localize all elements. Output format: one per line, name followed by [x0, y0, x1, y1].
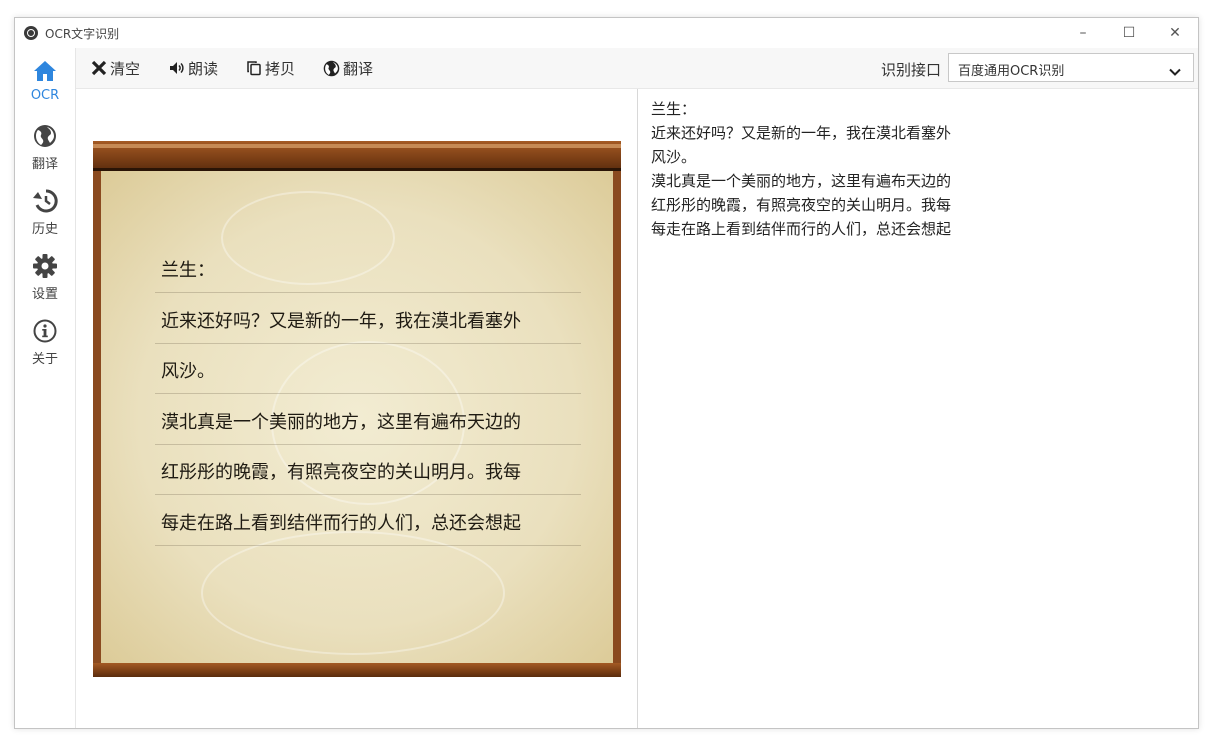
- letter-line: 近来还好吗？又是新的一年，我在漠北看塞外: [155, 307, 581, 358]
- scroll-rod-bottom: [93, 663, 621, 677]
- app-logo-icon: [24, 26, 38, 40]
- result-line: 风沙。: [651, 148, 697, 166]
- interface-label: 识别接口: [880, 61, 941, 79]
- result-line: 兰生：: [651, 100, 697, 118]
- globe-icon: [32, 123, 58, 149]
- sidebar-item-translate[interactable]: 翻译: [15, 123, 75, 183]
- maximize-button[interactable]: ☐: [1106, 18, 1152, 48]
- letter-line: 风沙。: [155, 357, 581, 408]
- result-text[interactable]: 兰生： 近来还好吗？又是新的一年，我在漠北看塞外 风沙。 漠北真是一个美丽的地方…: [651, 97, 981, 241]
- result-line: 漠北真是一个美丽的地方，这里有遍布天边的: [651, 172, 952, 190]
- toolbar: 清空 朗读 拷贝 翻译 识别接口 百度通用OCR识别: [76, 48, 1198, 89]
- translate-button[interactable]: 翻译: [323, 48, 373, 88]
- letter-line: 兰生：: [155, 256, 581, 307]
- window-title: OCR文字识别: [45, 27, 120, 41]
- sidebar-item-about[interactable]: 关于: [15, 318, 75, 378]
- scroll-paper: 兰生： 近来还好吗？又是新的一年，我在漠北看塞外 风沙。 漠北真是一个美丽的地方…: [101, 171, 613, 663]
- result-text-area[interactable]: 兰生： 近来还好吗？又是新的一年，我在漠北看塞外 风沙。 漠北真是一个美丽的地方…: [638, 89, 1198, 728]
- clear-button[interactable]: 清空: [91, 48, 140, 88]
- sidebar-item-label: 历史: [31, 222, 58, 237]
- result-line: 近来还好吗？又是新的一年，我在漠北看塞外: [651, 124, 952, 142]
- home-icon: [32, 58, 58, 84]
- title-bar: OCR文字识别 – ☐ ✕: [15, 18, 1198, 48]
- result-line: 红彤彤的晚霞，有照亮夜空的关山明月。我每: [651, 196, 952, 214]
- sidebar-item-ocr[interactable]: OCR: [15, 58, 75, 118]
- sidebar-item-label: 设置: [31, 287, 58, 302]
- scroll-rod-top: [93, 141, 621, 171]
- copy-icon: [246, 60, 262, 76]
- sidebar-item-history[interactable]: 历史: [15, 188, 75, 248]
- interface-select-value: 百度通用OCR识别: [958, 64, 1065, 79]
- sidebar-item-label: 关于: [31, 352, 58, 367]
- app-window: OCR文字识别 – ☐ ✕ OCR 翻译 历史 设置 关于 清空 朗读 拷贝 翻…: [14, 17, 1199, 729]
- close-button[interactable]: ✕: [1152, 18, 1198, 48]
- speaker-icon: [169, 61, 185, 75]
- interface-select[interactable]: 百度通用OCR识别: [948, 53, 1194, 82]
- letter-line: 红彤彤的晚霞，有照亮夜空的关山明月。我每: [155, 458, 581, 509]
- copy-button[interactable]: 拷贝: [246, 48, 295, 88]
- read-aloud-label: 朗读: [188, 59, 219, 78]
- info-icon: [32, 318, 58, 344]
- sidebar-item-settings[interactable]: 设置: [15, 253, 75, 313]
- history-icon: [32, 188, 58, 214]
- result-line: 每走在路上看到结伴而行的人们，总还会想起: [651, 220, 952, 238]
- letter-line: 每走在路上看到结伴而行的人们，总还会想起: [155, 509, 581, 560]
- sidebar-item-label: OCR: [30, 88, 60, 103]
- read-aloud-button[interactable]: 朗读: [169, 48, 218, 88]
- globe-icon: [323, 60, 340, 77]
- letter-text: 兰生： 近来还好吗？又是新的一年，我在漠北看塞外 风沙。 漠北真是一个美丽的地方…: [155, 256, 581, 560]
- clear-label: 清空: [110, 59, 141, 78]
- close-x-icon: [91, 60, 107, 76]
- gear-icon: [32, 253, 58, 279]
- sidebar-item-label: 翻译: [31, 157, 58, 172]
- source-image: 兰生： 近来还好吗？又是新的一年，我在漠北看塞外 风沙。 漠北真是一个美丽的地方…: [93, 141, 621, 677]
- chevron-down-icon: [1169, 62, 1181, 81]
- copy-label: 拷贝: [265, 59, 296, 78]
- letter-line: 漠北真是一个美丽的地方，这里有遍布天边的: [155, 408, 581, 459]
- source-image-pane: 兰生： 近来还好吗？又是新的一年，我在漠北看塞外 风沙。 漠北真是一个美丽的地方…: [76, 89, 637, 728]
- minimize-button[interactable]: –: [1060, 18, 1106, 48]
- translate-label: 翻译: [343, 59, 374, 78]
- sidebar: OCR 翻译 历史 设置 关于: [15, 48, 76, 728]
